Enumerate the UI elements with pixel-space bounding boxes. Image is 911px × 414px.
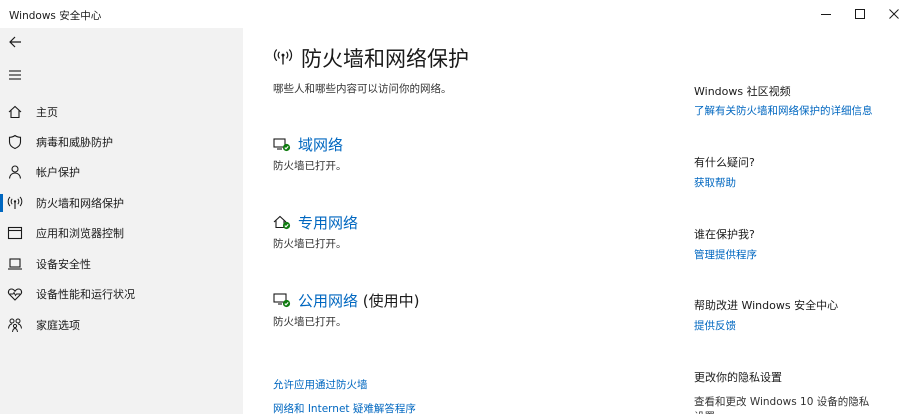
minimize-button[interactable] [809, 0, 843, 28]
sidebar-item-virus-protection[interactable]: 病毒和威胁防护 [0, 127, 243, 157]
shield-icon [8, 134, 22, 150]
active-indicator [0, 194, 3, 212]
close-button[interactable] [877, 0, 911, 28]
maximize-button[interactable] [843, 0, 877, 28]
sidebar-item-label: 主页 [36, 106, 58, 119]
page-subtitle: 哪些人和哪些内容可以访问你的网络。 [273, 83, 452, 95]
sidebar-item-account-protection[interactable]: 帐户保护 [0, 157, 243, 187]
privacy-heading: 更改你的隐私设置 [694, 371, 782, 384]
sidebar-item-family-options[interactable]: 家庭选项 [0, 310, 243, 340]
page-title: 防火墙和网络保护 [301, 47, 469, 71]
antenna-icon [273, 49, 293, 65]
title-bar: Windows 安全中心 [0, 0, 911, 28]
minimize-icon [821, 14, 831, 15]
questions-heading: 有什么疑问? [694, 156, 755, 169]
main-content: 防火墙和网络保护 哪些人和哪些内容可以访问你的网络。 域网络 防火墙已打开。 专… [243, 28, 911, 414]
sidebar-item-device-security[interactable]: 设备安全性 [0, 249, 243, 279]
sidebar-item-label: 防火墙和网络保护 [36, 197, 124, 210]
hamburger-menu-button[interactable] [6, 66, 24, 84]
back-button[interactable] [6, 33, 24, 51]
sidebar-item-label: 病毒和威胁防护 [36, 136, 113, 149]
person-icon [8, 165, 22, 179]
sidebar-item-label: 帐户保护 [36, 166, 80, 179]
who-protects-heading: 谁在保护我? [694, 228, 755, 241]
sidebar-item-label: 应用和浏览器控制 [36, 227, 124, 240]
allow-app-through-firewall-link[interactable]: 允许应用通过防火墙 [273, 377, 368, 392]
network-status: 防火墙已打开。 [273, 160, 347, 172]
sidebar-item-app-browser-control[interactable]: 应用和浏览器控制 [0, 218, 243, 248]
community-videos-heading: Windows 社区视频 [694, 85, 791, 98]
window-title: Windows 安全中心 [9, 10, 102, 22]
network-troubleshooter-link[interactable]: 网络和 Internet 疑难解答程序 [273, 401, 416, 414]
sidebar-item-firewall[interactable]: 防火墙和网络保护 [0, 188, 243, 218]
domain-network-link[interactable]: 域网络 [298, 134, 343, 155]
sidebar: 主页 病毒和威胁防护 帐户保护 防火墙和网络保护 应用和浏览器控制 设备安全性 … [0, 28, 243, 414]
app-window-icon [7, 226, 23, 240]
public-network-icon [273, 293, 291, 308]
private-network-link[interactable]: 专用网络 [298, 212, 358, 233]
maximize-icon [855, 9, 865, 19]
privacy-description-cont: 设置 [694, 409, 715, 414]
get-help-link[interactable]: 获取帮助 [694, 175, 736, 190]
heart-pulse-icon [7, 288, 23, 301]
privacy-description: 查看和更改 Windows 10 设备的隐私 [694, 396, 870, 408]
sidebar-item-device-performance[interactable]: 设备性能和运行状况 [0, 279, 243, 309]
private-network-icon [273, 215, 291, 230]
back-arrow-icon [9, 36, 21, 48]
home-icon [8, 105, 22, 119]
hamburger-icon [9, 70, 21, 80]
public-network-link[interactable]: 公用网络 (使用中) [298, 290, 420, 311]
laptop-icon [8, 258, 22, 270]
domain-network-icon [273, 138, 291, 152]
in-use-label: (使用中) [358, 292, 420, 310]
sidebar-item-label: 家庭选项 [36, 319, 80, 332]
improve-heading: 帮助改进 Windows 安全中心 [694, 299, 839, 312]
antenna-icon [7, 196, 23, 209]
network-status: 防火墙已打开。 [273, 316, 347, 328]
manage-providers-link[interactable]: 管理提供程序 [694, 247, 757, 262]
give-feedback-link[interactable]: 提供反馈 [694, 318, 736, 333]
sidebar-item-home[interactable]: 主页 [0, 97, 243, 127]
family-icon [8, 318, 22, 333]
sidebar-item-label: 设备性能和运行状况 [36, 288, 135, 301]
network-status: 防火墙已打开。 [273, 238, 347, 250]
learn-more-link[interactable]: 了解有关防火墙和网络保护的详细信息 [694, 103, 873, 118]
close-icon [889, 9, 899, 19]
sidebar-item-label: 设备安全性 [36, 258, 91, 271]
